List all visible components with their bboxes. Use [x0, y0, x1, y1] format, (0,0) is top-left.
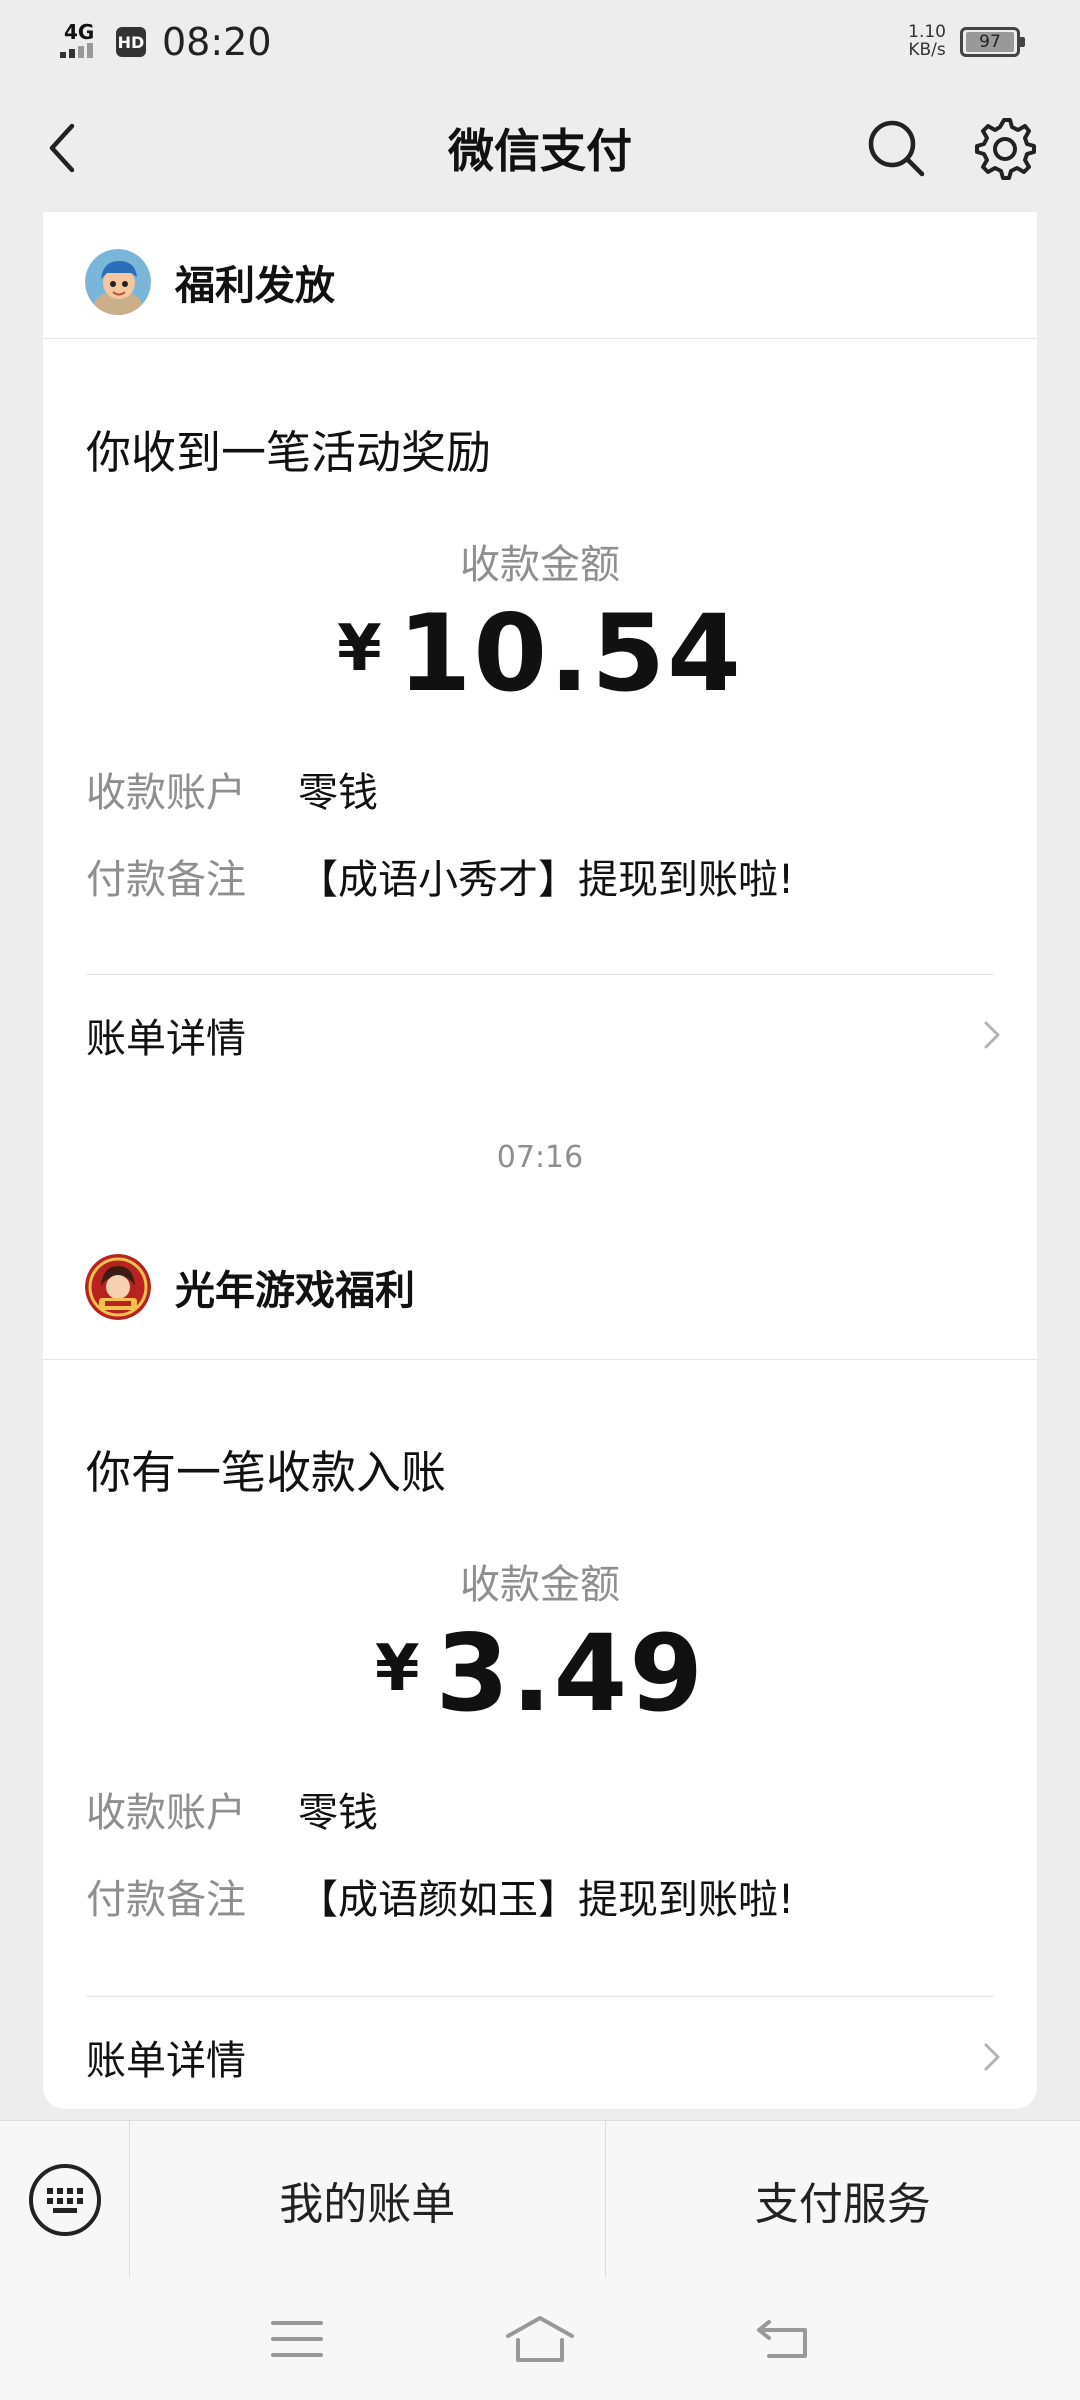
menu-icon[interactable]: [269, 2317, 325, 2361]
amount: ¥ 10.54: [43, 592, 1037, 715]
account-value: 零钱: [298, 770, 378, 816]
note-row: 付款备注 【成语小秀才】提现到账啦!: [86, 847, 794, 905]
avatar[interactable]: [85, 1253, 151, 1320]
account-row: 收款账户 零钱: [86, 760, 378, 818]
navigation-bar: 微信支付: [0, 84, 1080, 212]
amount-label: 收款金额: [460, 1562, 620, 1608]
keyboard-icon[interactable]: [27, 2162, 103, 2238]
bill-detail-link[interactable]: 账单详情: [86, 985, 1007, 1085]
note-label: 付款备注: [86, 1877, 246, 1923]
amount-value: 10.54: [397, 592, 743, 715]
bill-detail-label: 账单详情: [86, 1016, 246, 1062]
bill-detail-link[interactable]: 账单详情: [86, 2007, 1007, 2107]
message-title: 你收到一笔活动奖励: [86, 426, 492, 479]
divider: [86, 974, 994, 975]
network-speed: 1.10 KB/s: [908, 23, 946, 60]
signal-icon: 4G: [60, 22, 106, 62]
battery-level: 97: [966, 32, 1014, 52]
chevron-left-icon[interactable]: [36, 118, 96, 178]
currency-symbol: ¥: [337, 612, 382, 686]
status-bar: 4G HD 08:20 1.10 KB/s 97: [0, 0, 1080, 84]
search-icon[interactable]: [864, 116, 928, 180]
note-label: 付款备注: [86, 857, 246, 903]
message-list[interactable]: 福利发放 你收到一笔活动奖励 收款金额 ¥ 10.54 收款账户 零钱 付款备注…: [0, 212, 1080, 2120]
chevron-right-icon: [984, 1021, 1000, 1049]
bottom-menu: 我的账单 支付服务: [0, 2120, 1080, 2278]
payment-card[interactable]: 福利发放 你收到一笔活动奖励 收款金额 ¥ 10.54 收款账户 零钱 付款备注…: [43, 212, 1037, 1296]
battery-icon: 97: [960, 27, 1025, 57]
back-icon[interactable]: [755, 2316, 811, 2362]
network-type: 4G: [64, 20, 95, 44]
system-navigation: [0, 2278, 1080, 2400]
timestamp: 07:16: [496, 1140, 584, 1175]
amount-label: 收款金额: [460, 542, 620, 588]
divider: [86, 1996, 994, 1997]
amount-value: 3.49: [435, 1612, 706, 1735]
note-value: 【成语小秀才】提现到账啦!: [298, 857, 795, 903]
bill-detail-label: 账单详情: [86, 2038, 246, 2084]
avatar[interactable]: [85, 249, 151, 315]
sender-name: 福利发放: [175, 263, 335, 309]
account-label: 收款账户: [86, 770, 246, 816]
note-row: 付款备注 【成语颜如玉】提现到账啦!: [86, 1867, 794, 1925]
speed-unit: KB/s: [908, 40, 946, 60]
currency-symbol: ¥: [374, 1632, 420, 1706]
gear-icon[interactable]: [972, 116, 1038, 182]
home-icon[interactable]: [504, 2314, 576, 2364]
hd-badge: HD: [116, 27, 146, 57]
my-bills-button[interactable]: 我的账单: [130, 2121, 605, 2278]
status-time: 08:20: [162, 20, 272, 64]
amount: ¥ 3.49: [43, 1612, 1037, 1735]
account-value: 零钱: [298, 1790, 378, 1836]
note-value: 【成语颜如玉】提现到账啦!: [298, 1877, 795, 1923]
account-row: 收款账户 零钱: [86, 1780, 378, 1838]
account-label: 收款账户: [86, 1790, 246, 1836]
payment-services-button[interactable]: 支付服务: [604, 2121, 1080, 2278]
sender-name: 光年游戏福利: [175, 1267, 415, 1314]
payment-card[interactable]: 光年游戏福利 你有一笔收款入账 收款金额 ¥ 3.49 收款账户 零钱 付款备注…: [43, 1214, 1037, 2109]
message-title: 你有一笔收款入账: [86, 1446, 447, 1499]
card-header[interactable]: 福利发放: [43, 212, 1037, 339]
card-header[interactable]: 光年游戏福利: [43, 1214, 1037, 1360]
chevron-right-icon: [984, 2043, 1000, 2071]
keyboard-toggle[interactable]: [0, 2121, 130, 2278]
